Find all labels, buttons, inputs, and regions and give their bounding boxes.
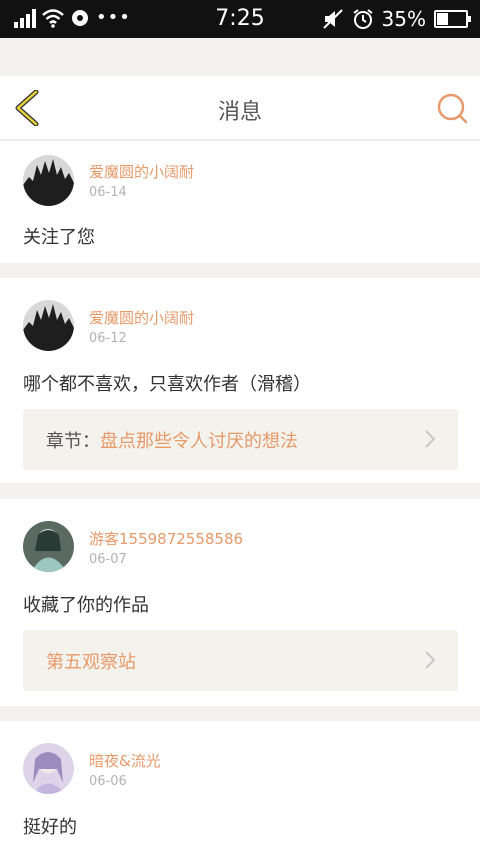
avatar[interactable]	[23, 743, 74, 794]
message-date: 06-07	[89, 552, 127, 567]
alarm-icon	[352, 9, 373, 29]
search-icon[interactable]	[436, 92, 468, 124]
message-date: 06-14	[89, 185, 127, 200]
message-card[interactable]: 爱魔圆的小阔耐 06-14 关注了您	[0, 141, 480, 263]
username[interactable]: 游客1559872558586	[89, 528, 243, 549]
status-bar: ••• 7:25 35%	[0, 0, 480, 38]
message-text: 挺好的	[23, 817, 77, 838]
chevron-right-icon	[425, 430, 436, 448]
avatar[interactable]	[23, 521, 74, 572]
message-date: 06-12	[89, 331, 127, 346]
username[interactable]: 爱魔圆的小阔耐	[89, 161, 194, 182]
username[interactable]: 爱魔圆的小阔耐	[89, 307, 194, 328]
chevron-right-icon	[425, 651, 436, 669]
chapter-link[interactable]: 章节：盘点那些令人讨厌的想法	[23, 409, 458, 470]
message-text: 收藏了你的作品	[23, 595, 149, 616]
header: 消息	[0, 76, 480, 140]
message-card[interactable]: 爱魔圆的小阔耐 06-12 哪个都不喜欢，只喜欢作者（滑稽） 章节：盘点那些令人…	[0, 278, 480, 483]
message-date: 06-06	[89, 774, 127, 789]
work-title: 第五观察站	[46, 652, 136, 673]
chapter-label: 章节：	[46, 431, 100, 452]
message-text: 关注了您	[23, 227, 95, 248]
username[interactable]: 暗夜&流光	[89, 750, 161, 771]
avatar[interactable]	[23, 300, 74, 351]
mute-icon	[322, 9, 343, 29]
message-card[interactable]: 暗夜&流光 06-06 挺好的	[0, 721, 480, 854]
battery-icon	[434, 10, 471, 28]
work-link[interactable]: 第五观察站	[23, 630, 458, 691]
avatar[interactable]	[23, 155, 74, 206]
message-text: 哪个都不喜欢，只喜欢作者（滑稽）	[23, 374, 311, 395]
battery-percent: 35%	[381, 7, 426, 31]
message-card[interactable]: 游客1559872558586 06-07 收藏了你的作品 第五观察站	[0, 499, 480, 706]
chapter-title: 盘点那些令人讨厌的想法	[100, 431, 298, 452]
page-title: 消息	[217, 100, 262, 125]
